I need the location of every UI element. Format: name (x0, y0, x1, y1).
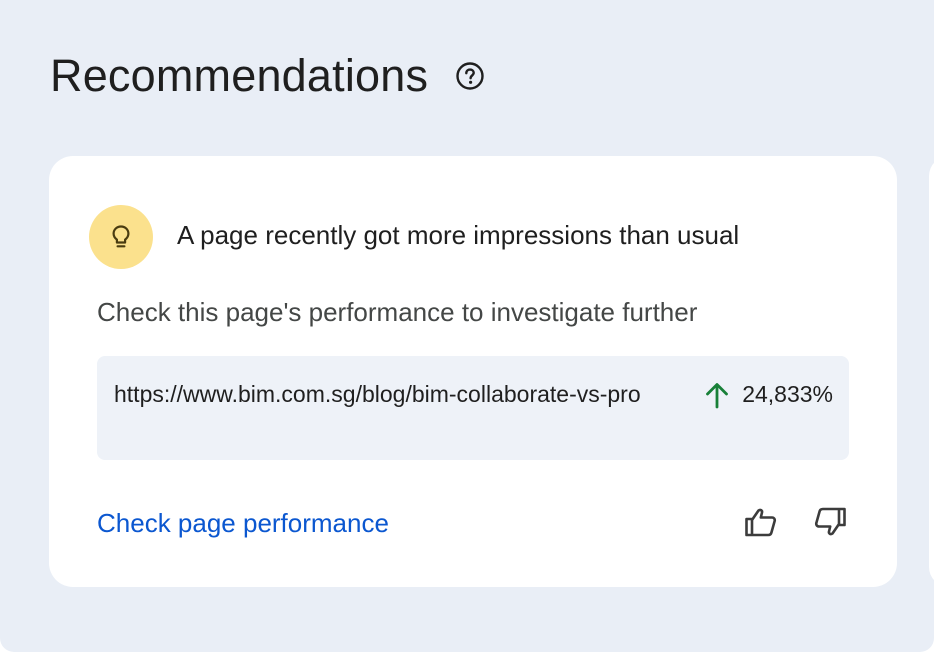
thumb-up-icon[interactable] (741, 502, 781, 542)
arrow-up-icon (702, 380, 732, 410)
page-url-row: https://www.bim.com.sg/blog/bim-collabor… (97, 356, 849, 460)
lightbulb-icon (89, 205, 153, 269)
section-title: Recommendations (50, 50, 429, 101)
impressions-change: 24,833% (702, 378, 833, 411)
page-url: https://www.bim.com.sg/blog/bim-collabor… (114, 381, 641, 407)
card-title: A page recently got more impressions tha… (177, 220, 740, 250)
section-header: Recommendations (50, 50, 486, 102)
recommendations-panel: Recommendations A page recently got more… (0, 0, 934, 652)
thumb-down-icon[interactable] (810, 502, 850, 542)
recommendation-card: A page recently got more impressions tha… (49, 156, 897, 587)
help-circle-icon[interactable] (454, 60, 486, 92)
check-page-performance-link[interactable]: Check page performance (97, 508, 389, 539)
next-recommendation-card (929, 156, 934, 587)
metric-value: 24,833% (742, 381, 833, 407)
card-description: Check this page's performance to investi… (97, 297, 698, 327)
